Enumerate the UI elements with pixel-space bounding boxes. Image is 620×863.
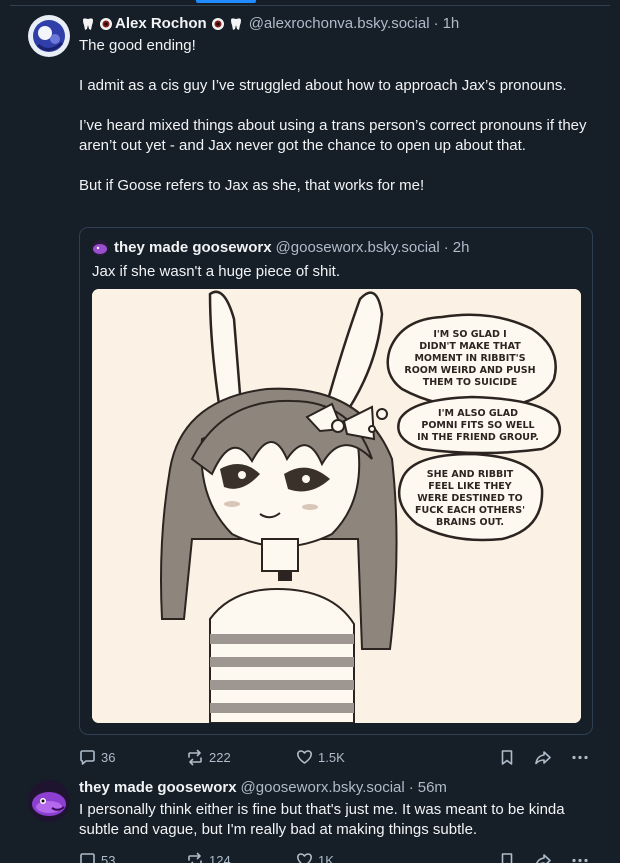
heart-icon: [297, 853, 312, 863]
like-count: 1K: [318, 852, 334, 863]
meta-separator: ·: [408, 779, 414, 796]
like-button[interactable]: 1K: [296, 852, 334, 863]
post-actions: 36 222 1.5K: [79, 746, 599, 768]
reply-button[interactable]: 36: [79, 749, 115, 766]
post-text: I personally think either is fine but th…: [79, 801, 565, 838]
bubble-line: ROOM WEIRD AND PUSH: [404, 365, 535, 376]
quoted-handle: @gooseworx.bsky.social: [275, 239, 440, 256]
author-display-name[interactable]: they made gooseworx: [79, 778, 237, 798]
bubble-line: FEEL LIKE THEY: [428, 481, 511, 492]
post-text: The good ending! I admit as a cis guy I’…: [79, 36, 602, 196]
eye-emoji-icon: [211, 17, 225, 31]
post-paragraph: I’ve heard mixed things about using a tr…: [79, 117, 587, 154]
share-icon: [535, 853, 551, 863]
reply-icon: [80, 749, 95, 765]
comic-illustration: I'M SO GLAD I DIDN'T MAKE THAT MOMENT IN…: [92, 289, 581, 723]
bubble-line: IN THE FRIEND GROUP.: [417, 432, 539, 443]
meta-separator: ·: [443, 239, 449, 256]
repost-count: 124: [209, 852, 231, 863]
quoted-timestamp: 2h: [452, 239, 470, 256]
post-timestamp[interactable]: 1h: [443, 14, 460, 34]
repost-icon: [188, 852, 202, 863]
bubble-line: POMNI FITS SO WELL: [421, 420, 534, 431]
more-options-button[interactable]: [571, 749, 589, 766]
post-paragraph: I admit as a cis guy I’ve struggled abou…: [79, 77, 567, 94]
share-icon: [535, 750, 551, 764]
bubble-line: THEM TO SUICIDE: [423, 377, 518, 388]
post-timestamp[interactable]: 56m: [418, 778, 447, 798]
avatar[interactable]: [28, 15, 70, 57]
bubble-line: BRAINS OUT.: [436, 517, 504, 528]
quoted-post[interactable]: they made gooseworx @gooseworx.bsky.soci…: [79, 227, 593, 735]
bookmark-icon: [501, 749, 513, 765]
bubble-line: FUCK EACH OTHERS': [415, 505, 525, 516]
reply-icon: [80, 852, 95, 863]
eye-emoji-icon: [99, 17, 113, 31]
post-header: they made gooseworx @gooseworx.bsky.soci…: [79, 778, 602, 798]
more-icon: [572, 755, 588, 759]
quoted-post-header: they made gooseworx @gooseworx.bsky.soci…: [92, 239, 469, 256]
reply-count: 53: [101, 852, 116, 863]
quoted-avatar: [92, 239, 108, 256]
quoted-display-name: they made gooseworx: [114, 239, 272, 256]
bookmark-button[interactable]: [500, 749, 514, 766]
bubble-line: DIDN'T MAKE THAT: [419, 341, 521, 352]
repost-icon: [188, 749, 202, 765]
bubble-line: I'M SO GLAD I: [433, 329, 506, 340]
author-handle[interactable]: @alexrochonva.bsky.social: [249, 14, 430, 34]
post-header: Alex Rochon @alexrochonva.bsky.social · …: [79, 14, 602, 34]
more-options-button[interactable]: [571, 852, 589, 863]
bubble-line: SHE AND RIBBIT: [427, 469, 514, 480]
more-icon: [572, 858, 588, 862]
like-count: 1.5K: [318, 749, 345, 765]
post-actions: 53 124 1K: [79, 849, 599, 863]
repost-button[interactable]: 222: [186, 749, 231, 766]
share-button[interactable]: [534, 852, 552, 863]
share-button[interactable]: [534, 749, 552, 766]
heart-icon: [297, 750, 312, 764]
tooth-emoji-icon: [229, 17, 243, 31]
bubble-line: MOMENT IN RIBBIT'S: [414, 353, 525, 364]
reply-count: 36: [101, 749, 116, 765]
bubble-line: WERE DESTINED TO: [417, 493, 523, 504]
quoted-text: Jax if she wasn't a huge piece of shit.: [92, 263, 341, 280]
repost-count: 222: [209, 749, 231, 765]
repost-button[interactable]: 124: [186, 852, 231, 863]
avatar[interactable]: [28, 780, 70, 822]
meta-separator: ·: [433, 15, 439, 32]
feed-top-border: [0, 0, 620, 6]
like-button[interactable]: 1.5K: [296, 749, 345, 765]
bookmark-button[interactable]: [500, 852, 514, 863]
bubble-line: I'M ALSO GLAD: [438, 408, 518, 419]
tooth-emoji-icon: [81, 17, 95, 31]
avatar-image: [28, 780, 70, 822]
avatar-image: [28, 15, 70, 57]
reply-button[interactable]: 53: [79, 852, 115, 863]
post-paragraph: The good ending!: [79, 37, 196, 54]
author-handle[interactable]: @gooseworx.bsky.social: [241, 778, 405, 798]
active-tab-indicator: [196, 0, 256, 3]
quoted-image[interactable]: I'M SO GLAD I DIDN'T MAKE THAT MOMENT IN…: [92, 289, 581, 723]
post-paragraph: But if Goose refers to Jax as she, that …: [79, 177, 425, 194]
author-display-name[interactable]: Alex Rochon: [115, 14, 207, 34]
divider: [10, 5, 610, 6]
bookmark-icon: [501, 852, 513, 863]
